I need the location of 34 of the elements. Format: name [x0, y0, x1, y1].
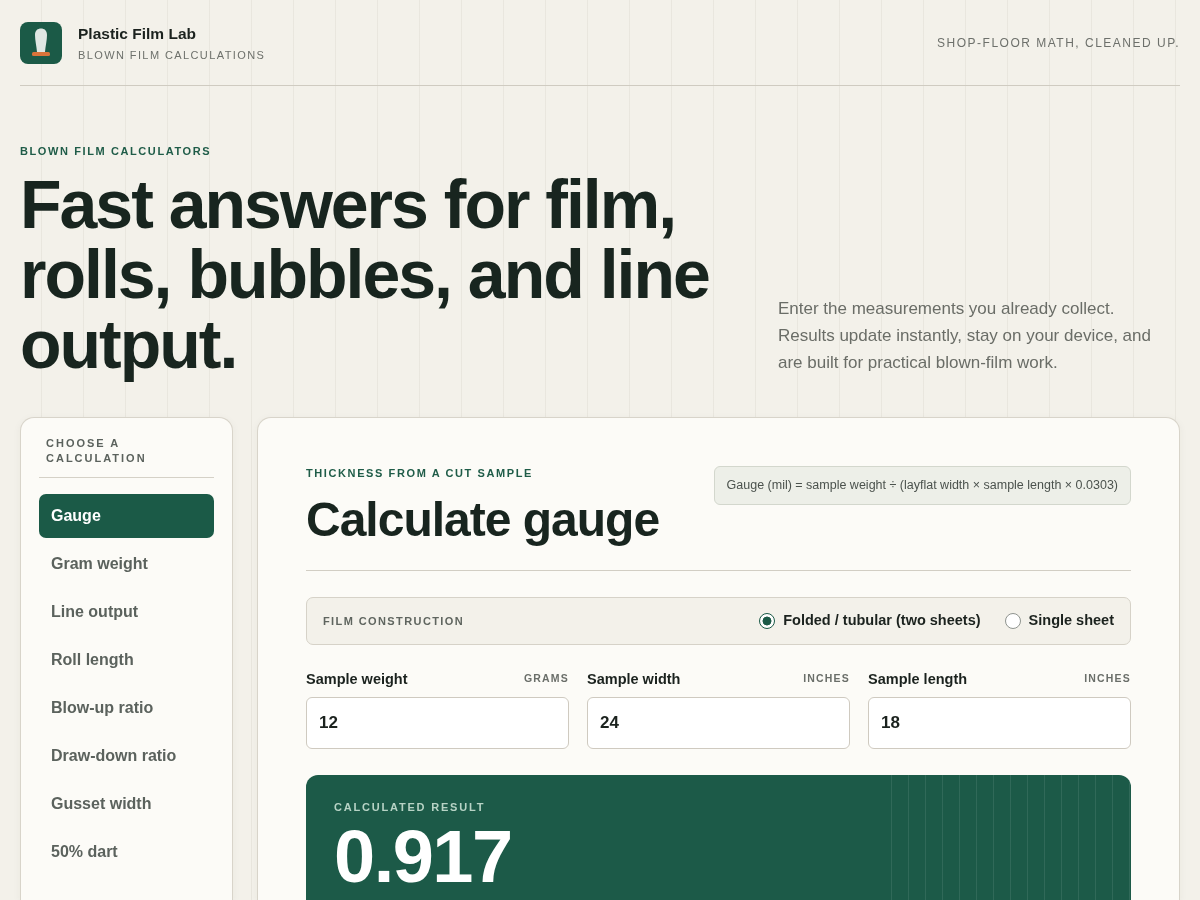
brand-subtitle: BLOWN FILM CALCULATIONS: [78, 48, 266, 62]
sidebar-item[interactable]: 50% dart: [39, 830, 214, 874]
field-label: Sample width: [587, 670, 681, 688]
radio-button[interactable]: [759, 613, 776, 629]
sidebar-item[interactable]: Draw-down ratio: [39, 734, 214, 778]
tagline: SHOP-FLOOR MATH, CLEANED UP.: [937, 35, 1180, 52]
bubble-logo-icon: [20, 22, 62, 64]
sidebar-item[interactable]: Gusset width: [39, 782, 214, 826]
calculator-eyebrow: THICKNESS FROM A CUT SAMPLE: [306, 466, 534, 480]
sidebar-item[interactable]: Gram weight: [39, 542, 214, 586]
hero-intro: Enter the measurements you already collect. Results update instantly, stay on your device, and are built for practical blown-film work.: [778, 298, 1152, 374]
sidebar-item[interactable]: Blow-up ratio: [39, 686, 214, 730]
brand-name: Plastic Film Lab: [78, 24, 197, 44]
sidebar-item[interactable]: Gauge: [39, 494, 214, 538]
field-label: Sample length: [868, 670, 968, 688]
result-value: 0.917: [334, 822, 512, 892]
sidebar-item[interactable]: Roll length: [39, 638, 214, 682]
input-field[interactable]: 18: [868, 697, 1131, 749]
sidebar-heading: CHOOSE A CALCULATION: [39, 436, 214, 478]
field-label: Sample weight: [306, 670, 408, 688]
unit-label: INCHES: [803, 671, 850, 687]
unit-label: GRAMS: [523, 671, 569, 687]
input-field[interactable]: 12: [306, 697, 569, 749]
input-field[interactable]: 24: [587, 697, 850, 749]
unit-label: INCHES: [1084, 671, 1131, 687]
hero-eyebrow: BLOWN FILM CALCULATORS: [20, 144, 213, 158]
construction-label: FILM CONSTRUCTION: [323, 613, 465, 629]
sidebar-item[interactable]: Line output: [39, 590, 214, 634]
radio-label[interactable]: Folded / tubular (two sheets): [783, 610, 981, 632]
result-label: CALCULATED RESULT: [334, 800, 487, 814]
calculator-title: Calculate gauge: [306, 493, 660, 546]
radio-label[interactable]: Single sheet: [1028, 610, 1114, 632]
formula-note: Gauge (mil) = sample weight ÷ (layflat width × sample length × 0.0303): [713, 466, 1131, 505]
radio-button[interactable]: [1004, 613, 1021, 629]
